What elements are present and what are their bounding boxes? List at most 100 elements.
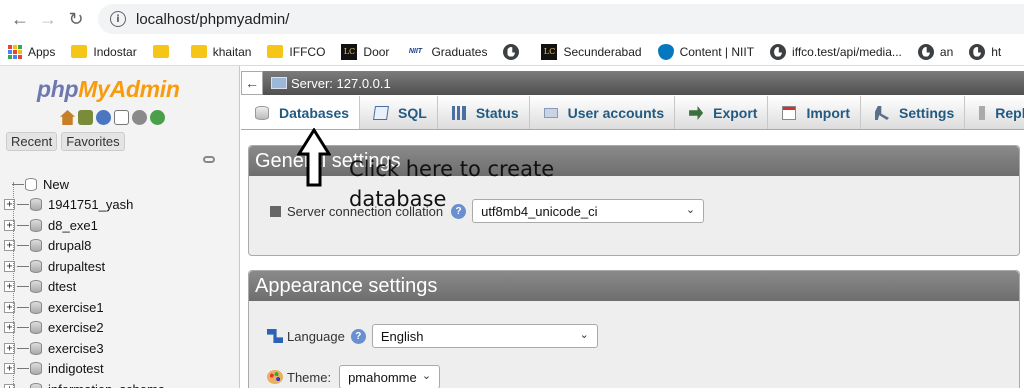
bookmark-folder[interactable] xyxy=(152,45,175,58)
logo-myadmin: MyAdmin xyxy=(78,76,180,102)
database-icon xyxy=(30,280,42,294)
bookmark-khaitan[interactable]: khaitan xyxy=(190,44,252,59)
db-name[interactable]: 1941751_yash xyxy=(48,197,133,212)
sidebar-db-item[interactable]: + drupal8 xyxy=(4,236,240,257)
tree-branch xyxy=(17,327,29,329)
database-icon xyxy=(30,382,42,388)
database-tree: New +1941751_yash + d8_exe1 + drupal8 + dru… xyxy=(4,174,240,388)
bookmark-content-niit[interactable]: Content | NIIT xyxy=(657,43,754,60)
bookmark-ht[interactable]: ht xyxy=(969,43,1001,60)
sidebar-db-item[interactable]: + dtest xyxy=(4,277,240,298)
tab-user-accounts[interactable]: User accounts xyxy=(530,96,676,129)
tab-export[interactable]: Export xyxy=(675,96,769,129)
bookmark-label: IFFCO xyxy=(289,44,326,59)
annotation-text: Click here to create database xyxy=(349,154,554,214)
db-name[interactable]: d8_exe1 xyxy=(48,218,98,233)
bookmark-an[interactable]: an xyxy=(917,43,953,60)
database-icon xyxy=(30,341,42,355)
sidebar-db-item[interactable]: + exercise3 xyxy=(4,338,240,359)
back-arrow-icon[interactable]: ← xyxy=(6,5,34,33)
bookmark-indostar[interactable]: Indostar xyxy=(71,45,137,59)
db-name[interactable]: drupal8 xyxy=(48,238,91,253)
reload-navigation-icon[interactable] xyxy=(150,110,165,125)
niit-icon: NIIT xyxy=(405,43,426,60)
tree-branch xyxy=(17,204,29,206)
bookmark-secunderabad[interactable]: LC Secunderabad xyxy=(541,43,642,60)
collapse-navigation-button[interactable]: ← xyxy=(241,71,263,95)
tab-settings[interactable]: Settings xyxy=(861,96,966,129)
sidebar-db-item[interactable]: + exercise1 xyxy=(4,297,240,318)
new-database-item[interactable]: New xyxy=(4,174,240,388)
info-icon[interactable]: i xyxy=(110,11,126,27)
tab-databases[interactable]: Databases xyxy=(241,96,361,129)
sidebar-db-item[interactable]: + drupaltest xyxy=(4,256,240,277)
database-icon xyxy=(30,218,42,232)
lc-icon: LC xyxy=(341,43,358,60)
tab-favorites[interactable]: Favorites xyxy=(61,132,125,151)
bookmark-door[interactable]: LC Door xyxy=(341,43,390,60)
tree-branch xyxy=(17,306,29,308)
db-name[interactable]: dtest xyxy=(48,279,76,294)
sidebar-db-item[interactable]: +information_schema xyxy=(4,379,240,388)
chevron-down-icon: ⌄ xyxy=(421,370,432,382)
address-bar[interactable]: i localhost/phpmyadmin/ xyxy=(98,4,1024,34)
sidebar-db-item[interactable]: + indigotest xyxy=(4,359,240,380)
database-icon xyxy=(255,106,269,120)
logout-icon[interactable] xyxy=(78,110,93,125)
navigation-panel: phpMyAdmin Recent Favorites New +1941751… xyxy=(0,66,240,388)
tab-label: Status xyxy=(475,105,519,121)
db-name[interactable]: exercise3 xyxy=(48,341,104,356)
new-database-icon xyxy=(25,177,37,191)
lc-icon: LC xyxy=(541,43,558,60)
tree-branch xyxy=(17,347,29,349)
folder-icon xyxy=(190,45,207,58)
link-with-main-panel-icon[interactable] xyxy=(203,156,215,163)
tab-sql[interactable]: SQL xyxy=(360,96,438,129)
globe-icon xyxy=(969,43,986,60)
reload-icon[interactable]: ↻ xyxy=(62,5,90,33)
sidebar-db-item[interactable]: + d8_exe1 xyxy=(4,215,240,236)
import-icon xyxy=(782,106,797,120)
palette-icon xyxy=(267,370,283,384)
phpmyadmin-logo[interactable]: phpMyAdmin xyxy=(37,76,180,103)
bookmark-label: Secunderabad xyxy=(563,44,642,59)
help-icon[interactable]: ? xyxy=(350,328,366,344)
folder-icon xyxy=(71,45,88,58)
bookmark-label: khaitan xyxy=(212,44,252,59)
theme-select[interactable]: pmahomme ⌄ xyxy=(339,365,441,388)
user-accounts-icon xyxy=(543,108,558,118)
annotation-arrow-icon xyxy=(297,128,331,187)
annotation-line-1: Click here to create xyxy=(349,157,555,181)
gear-icon[interactable] xyxy=(132,110,147,125)
db-name[interactable]: information_schema xyxy=(48,382,165,388)
bookmark-iffco[interactable]: IFFCO xyxy=(267,45,325,59)
bookmark-graduates[interactable]: NIIT Graduates xyxy=(405,43,487,60)
tab-label: Databases xyxy=(279,105,350,121)
db-name[interactable]: drupaltest xyxy=(48,259,105,274)
tab-import[interactable]: Import xyxy=(768,96,862,129)
annotation-line-2: database xyxy=(349,187,447,211)
help-icon[interactable] xyxy=(96,110,111,125)
bookmark-globe[interactable] xyxy=(503,43,525,60)
globe-icon xyxy=(503,43,520,60)
globe-icon xyxy=(917,43,934,60)
sidebar-db-item[interactable]: + exercise2 xyxy=(4,318,240,339)
tab-recent[interactable]: Recent xyxy=(6,132,58,151)
db-name[interactable]: exercise2 xyxy=(48,320,104,335)
db-name[interactable]: exercise1 xyxy=(48,300,104,315)
sidebar-db-item[interactable]: +1941751_yash xyxy=(4,195,240,216)
bookmark-apps[interactable]: Apps xyxy=(8,44,55,59)
forward-arrow-icon[interactable]: → xyxy=(34,5,62,33)
documentation-icon[interactable] xyxy=(114,110,129,125)
browser-toolbar: ← → ↻ i localhost/phpmyadmin/ xyxy=(0,0,1024,38)
theme-value: pmahomme xyxy=(348,369,417,385)
language-select[interactable]: English ⌄ xyxy=(371,324,598,348)
home-icon[interactable] xyxy=(60,110,75,125)
bookmark-iffco-api[interactable]: iffco.test/api/media... xyxy=(770,43,902,60)
db-name[interactable]: indigotest xyxy=(48,361,104,376)
server-label[interactable]: Server: 127.0.0.1 xyxy=(291,76,391,91)
bookmark-label: Door xyxy=(363,44,390,59)
tab-replication[interactable]: Replication xyxy=(965,96,1024,129)
tree-branch xyxy=(17,286,29,288)
tab-status[interactable]: Status xyxy=(438,96,530,129)
